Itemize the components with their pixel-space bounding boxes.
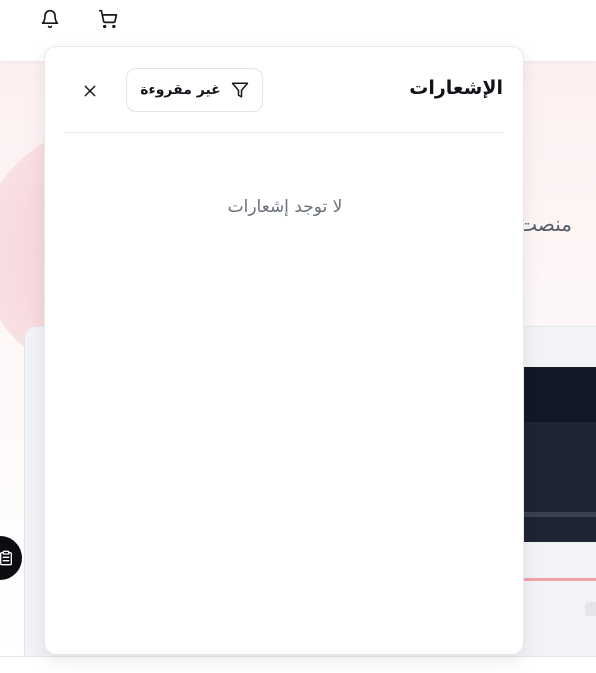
footer-strip xyxy=(0,656,596,673)
close-button[interactable] xyxy=(79,80,101,102)
preview-image-bar xyxy=(520,512,596,517)
filter-icon xyxy=(231,81,249,99)
preview-pill xyxy=(585,602,596,616)
empty-state-message: لا توجد إشعارات xyxy=(227,197,343,217)
preview-accent-line xyxy=(520,578,596,581)
filter-label: غير مقروءة xyxy=(140,82,221,98)
unread-filter-button[interactable]: غير مقروءة xyxy=(126,68,263,112)
preview-image-header xyxy=(520,367,596,422)
bell-icon[interactable] xyxy=(37,6,63,32)
cart-icon[interactable] xyxy=(95,6,121,32)
panel-divider xyxy=(65,132,504,133)
hero-heading: منصت xyxy=(518,212,572,236)
notifications-panel: الإشعارات غير مقروءة لا توجد إشعارات xyxy=(44,46,524,655)
panel-title: الإشعارات xyxy=(409,77,503,99)
clipboard-icon xyxy=(0,550,12,566)
close-icon xyxy=(84,85,96,97)
